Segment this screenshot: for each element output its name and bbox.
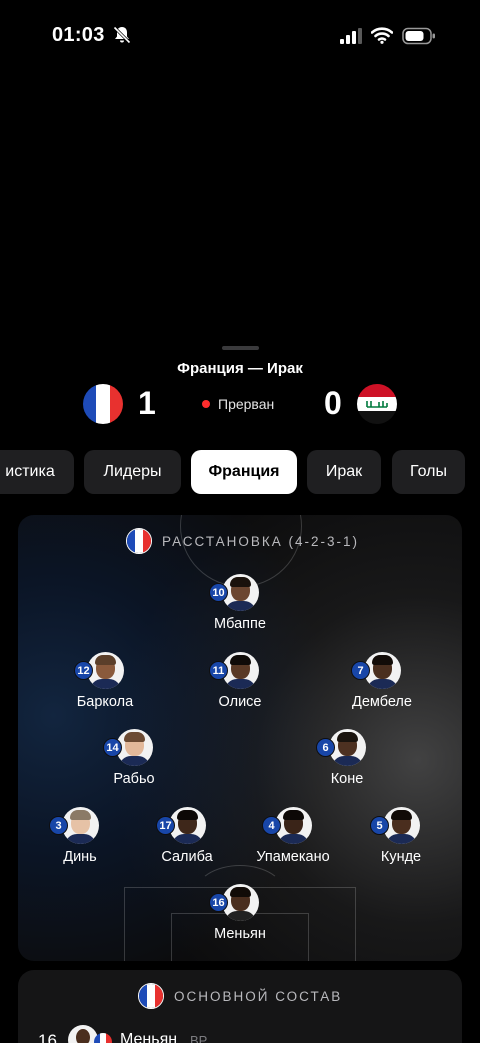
battery-icon	[402, 27, 435, 45]
player-number: 6	[316, 738, 335, 757]
player-dembele[interactable]: 7 Дембеле	[322, 652, 442, 718]
player-kounde[interactable]: 5 Кунде	[341, 807, 461, 873]
match-status-label: Прерван	[218, 396, 275, 412]
tab-leaders[interactable]: Лидеры	[84, 450, 181, 494]
player-name: Салиба	[161, 849, 213, 865]
cellular-signal-icon	[340, 28, 362, 44]
player-number: 11	[209, 661, 228, 680]
player-name: Олисе	[218, 694, 262, 710]
away-score: 0	[324, 385, 342, 421]
lineup-player-name[interactable]: Меньян	[120, 1031, 177, 1043]
player-number: 17	[156, 816, 175, 835]
formation-card: РАССТАНОВКА (4-2-3-1) 10 Мбаппе 12 Барко…	[18, 515, 462, 961]
status-bar: 01:03	[0, 0, 480, 70]
player-kone[interactable]: 6 Коне	[287, 729, 407, 795]
formation-heading: РАССТАНОВКА (4-2-3-1)	[126, 528, 359, 554]
player-name: Упамекано	[256, 849, 330, 865]
player-saliba[interactable]: 17 Салиба	[127, 807, 247, 873]
lineup-player-number: 16	[38, 1031, 57, 1043]
home-score: 1	[138, 385, 156, 421]
status-time: 01:03	[52, 24, 105, 46]
player-mbappe[interactable]: 10 Мбаппе	[180, 574, 300, 640]
player-number: 14	[103, 738, 122, 757]
player-barcola[interactable]: 12 Баркола	[45, 652, 165, 718]
lineup-heading: ОСНОВНОЙ СОСТАВ	[138, 983, 342, 1009]
match-title: Франция — Ирак	[177, 360, 303, 377]
tab-france[interactable]: Франция	[191, 450, 297, 494]
player-name: Дембеле	[352, 694, 412, 710]
status-dot	[202, 400, 210, 408]
player-name: Мбаппе	[214, 616, 266, 632]
player-digne[interactable]: 3 Динь	[20, 807, 140, 873]
bell-slash-icon	[113, 26, 131, 44]
iraq-flag-icon	[357, 384, 397, 424]
player-number: 5	[370, 816, 389, 835]
player-number: 10	[209, 583, 228, 602]
player-number: 7	[351, 661, 370, 680]
france-flag-icon	[138, 983, 164, 1009]
france-flag-icon	[83, 384, 123, 424]
player-name: Коне	[330, 771, 364, 787]
player-name: Меньян	[214, 926, 266, 942]
player-olise[interactable]: 11 Олисе	[180, 652, 300, 718]
lineup-player-position: ВР	[190, 1033, 208, 1043]
tab-iraq[interactable]: Ирак	[307, 450, 381, 494]
tab-goals[interactable]: Голы	[392, 450, 465, 494]
player-name: Рабьо	[113, 771, 155, 787]
player-name: Динь	[63, 849, 97, 865]
wifi-icon	[371, 27, 393, 44]
player-name: Кунде	[380, 849, 422, 865]
player-number: 3	[49, 816, 68, 835]
france-flag-icon	[126, 528, 152, 554]
player-name: Баркола	[76, 694, 134, 710]
player-number: 16	[209, 893, 228, 912]
match-status: Прерван	[202, 396, 274, 412]
player-number: 4	[262, 816, 281, 835]
sheet-grabber[interactable]	[222, 346, 259, 350]
tab-statistics[interactable]: истика	[0, 450, 74, 494]
player-maignan[interactable]: 16 Меньян	[180, 884, 300, 950]
player-upamecano[interactable]: 4 Упамекано	[233, 807, 353, 873]
player-number: 12	[74, 661, 93, 680]
player-rabiot[interactable]: 14 Рабьо	[74, 729, 194, 795]
